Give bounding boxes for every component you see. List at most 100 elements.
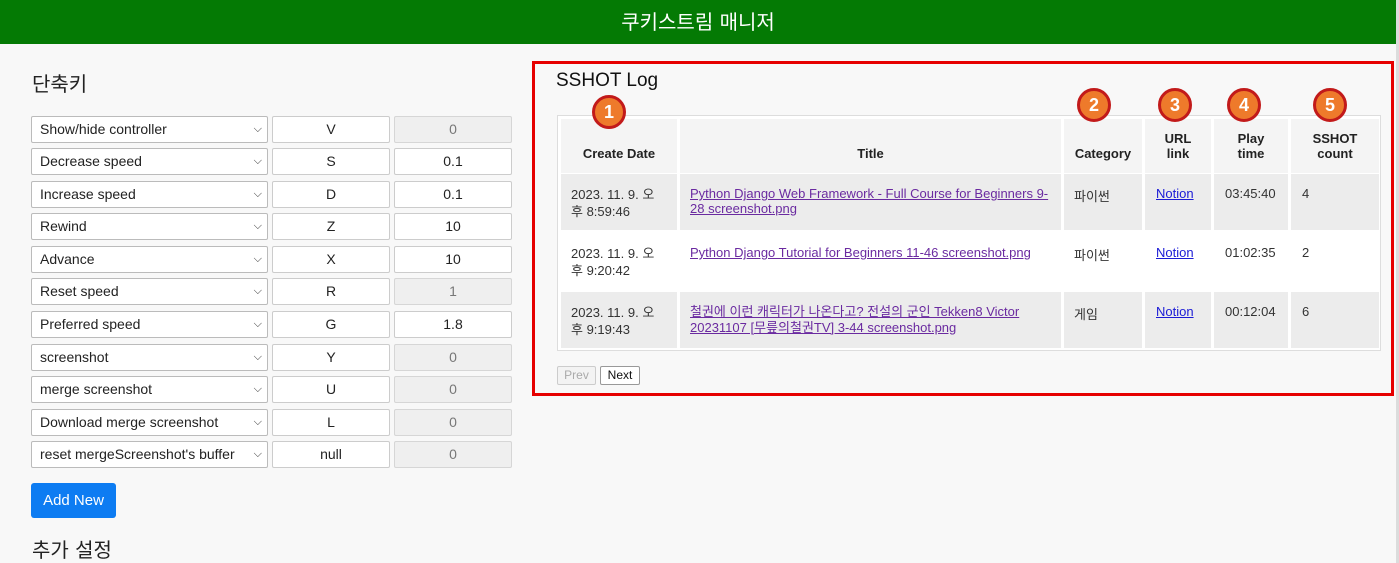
value-input[interactable]: 1.8 xyxy=(394,311,512,338)
title-link[interactable]: 28 screenshot.png xyxy=(690,201,1061,216)
table-row-category: 게임 xyxy=(1064,292,1142,348)
annotation-badge-3: 3 xyxy=(1158,88,1192,122)
title-link[interactable]: 철권에 이런 캐릭터가 나온다고? 전설의 군인 Tekken8 Victor xyxy=(690,304,1061,320)
column-header-count-line1: SSHOT xyxy=(1312,131,1358,146)
table-row-url: Notion xyxy=(1145,174,1211,230)
value-input: 0 xyxy=(394,441,512,468)
action-select[interactable]: merge screenshot ⌵ xyxy=(31,376,268,403)
date-line: 후 9:20:42 xyxy=(571,263,630,278)
action-select[interactable]: Decrease speed ⌵ xyxy=(31,148,268,175)
action-select-value: Download merge screenshot xyxy=(40,414,219,430)
chevron-down-icon: ⌵ xyxy=(253,448,262,460)
value-input[interactable]: 0.1 xyxy=(394,148,512,175)
chevron-down-icon: ⌵ xyxy=(253,220,262,232)
chevron-down-icon: ⌵ xyxy=(253,318,262,330)
value-input: 1 xyxy=(394,278,512,305)
key-input[interactable]: G xyxy=(272,311,390,338)
key-input[interactable]: V xyxy=(272,116,390,143)
column-header-count-line2: count xyxy=(1317,146,1353,161)
chevron-down-icon: ⌵ xyxy=(253,416,262,428)
title-link[interactable]: Python Django Web Framework - Full Cours… xyxy=(690,186,1061,201)
table-row-category: 파이썬 xyxy=(1064,233,1142,289)
log-title: SSHOT Log xyxy=(556,70,659,91)
action-select-value: merge screenshot xyxy=(40,381,153,397)
chevron-down-icon: ⌵ xyxy=(253,285,262,297)
annotation-badge-4: 4 xyxy=(1227,88,1261,122)
action-select-value: Advance xyxy=(40,251,95,267)
title-link[interactable]: 20231107 [무릎의철권TV] 3-44 screenshot.png xyxy=(690,320,1061,336)
shortcuts-title: 단축키 xyxy=(32,72,88,96)
key-input[interactable]: U xyxy=(272,376,390,403)
action-select[interactable]: Advance ⌵ xyxy=(31,246,268,273)
key-input[interactable]: L xyxy=(272,409,390,436)
sshot-log-table: Create Date Title Category URL link Play… xyxy=(557,115,1381,351)
key-input[interactable]: Z xyxy=(272,213,390,240)
table-row-count: 6 xyxy=(1291,292,1379,348)
key-input[interactable]: D xyxy=(272,181,390,208)
action-select[interactable]: Rewind ⌵ xyxy=(31,213,268,240)
key-input[interactable]: null xyxy=(272,441,390,468)
value-input: 0 xyxy=(394,344,512,371)
column-header-url-line2: link xyxy=(1166,146,1190,161)
table-row-play-time: 01:02:35 xyxy=(1214,233,1288,289)
table-row-count: 4 xyxy=(1291,174,1379,230)
value-input: 0 xyxy=(394,116,512,143)
date-line: 후 8:59:46 xyxy=(571,204,630,219)
column-header-create-date: Create Date xyxy=(561,119,677,173)
value-input: 0 xyxy=(394,409,512,436)
column-header-play-time: Play time xyxy=(1214,119,1288,173)
action-select-value: Preferred speed xyxy=(40,316,141,332)
annotation-badge-1: 1 xyxy=(592,95,626,129)
table-row-title[interactable]: 철권에 이런 캐릭터가 나온다고? 전설의 군인 Tekken8 Victor … xyxy=(680,292,1061,348)
column-header-category: Category xyxy=(1064,119,1142,173)
value-input[interactable]: 0.1 xyxy=(394,181,512,208)
column-header-url-link: URL link xyxy=(1145,119,1211,173)
table-row-category: 파이썬 xyxy=(1064,174,1142,230)
action-select[interactable]: Increase speed ⌵ xyxy=(31,181,268,208)
action-select-value: screenshot xyxy=(40,349,109,365)
chevron-down-icon: ⌵ xyxy=(253,123,262,135)
app-header: 쿠키스트림 매니저 xyxy=(0,0,1396,44)
chevron-down-icon: ⌵ xyxy=(253,383,262,395)
notion-link[interactable]: Notion xyxy=(1156,304,1194,319)
app-title: 쿠키스트림 매니저 xyxy=(621,10,775,34)
action-select[interactable]: Reset speed ⌵ xyxy=(31,278,268,305)
action-select-value: Show/hide controller xyxy=(40,121,167,137)
table-row-date: 2023. 11. 9. 오 후 8:59:46 xyxy=(561,174,677,230)
table-row-url: Notion xyxy=(1145,233,1211,289)
value-input[interactable]: 10 xyxy=(394,246,512,273)
notion-link[interactable]: Notion xyxy=(1156,245,1194,260)
table-row-play-time: 00:12:04 xyxy=(1214,292,1288,348)
date-line: 후 9:19:43 xyxy=(571,322,630,337)
table-row-url: Notion xyxy=(1145,292,1211,348)
action-select[interactable]: reset mergeScreenshot's buffer ⌵ xyxy=(31,441,268,468)
action-select-value: Reset speed xyxy=(40,283,119,299)
next-button[interactable]: Next xyxy=(600,366,640,385)
action-select-value: Decrease speed xyxy=(40,153,142,169)
title-link[interactable]: Python Django Tutorial for Beginners 11-… xyxy=(690,245,1061,260)
key-input[interactable]: S xyxy=(272,148,390,175)
value-input: 0 xyxy=(394,376,512,403)
action-select[interactable]: Show/hide controller ⌵ xyxy=(31,116,268,143)
column-header-play-line1: Play xyxy=(1237,131,1265,146)
table-row-title[interactable]: Python Django Web Framework - Full Cours… xyxy=(680,174,1061,230)
table-row-title[interactable]: Python Django Tutorial for Beginners 11-… xyxy=(680,233,1061,289)
key-input[interactable]: R xyxy=(272,278,390,305)
date-line: 2023. 11. 9. 오 xyxy=(571,305,655,320)
date-line: 2023. 11. 9. 오 xyxy=(571,187,655,202)
action-select[interactable]: screenshot ⌵ xyxy=(31,344,268,371)
chevron-down-icon: ⌵ xyxy=(253,253,262,265)
notion-link[interactable]: Notion xyxy=(1156,186,1194,201)
key-input[interactable]: X xyxy=(272,246,390,273)
action-select[interactable]: Download merge screenshot ⌵ xyxy=(31,409,268,436)
add-new-button[interactable]: Add New xyxy=(31,483,116,518)
column-header-title: Title xyxy=(680,119,1061,173)
extra-settings-title: 추가 설정 xyxy=(32,538,112,562)
date-line: 2023. 11. 9. 오 xyxy=(571,246,655,261)
action-select[interactable]: Preferred speed ⌵ xyxy=(31,311,268,338)
value-input[interactable]: 10 xyxy=(394,213,512,240)
action-select-value: Rewind xyxy=(40,218,87,234)
chevron-down-icon: ⌵ xyxy=(253,188,262,200)
key-input[interactable]: Y xyxy=(272,344,390,371)
column-header-sshot-count: SSHOT count xyxy=(1291,119,1379,173)
